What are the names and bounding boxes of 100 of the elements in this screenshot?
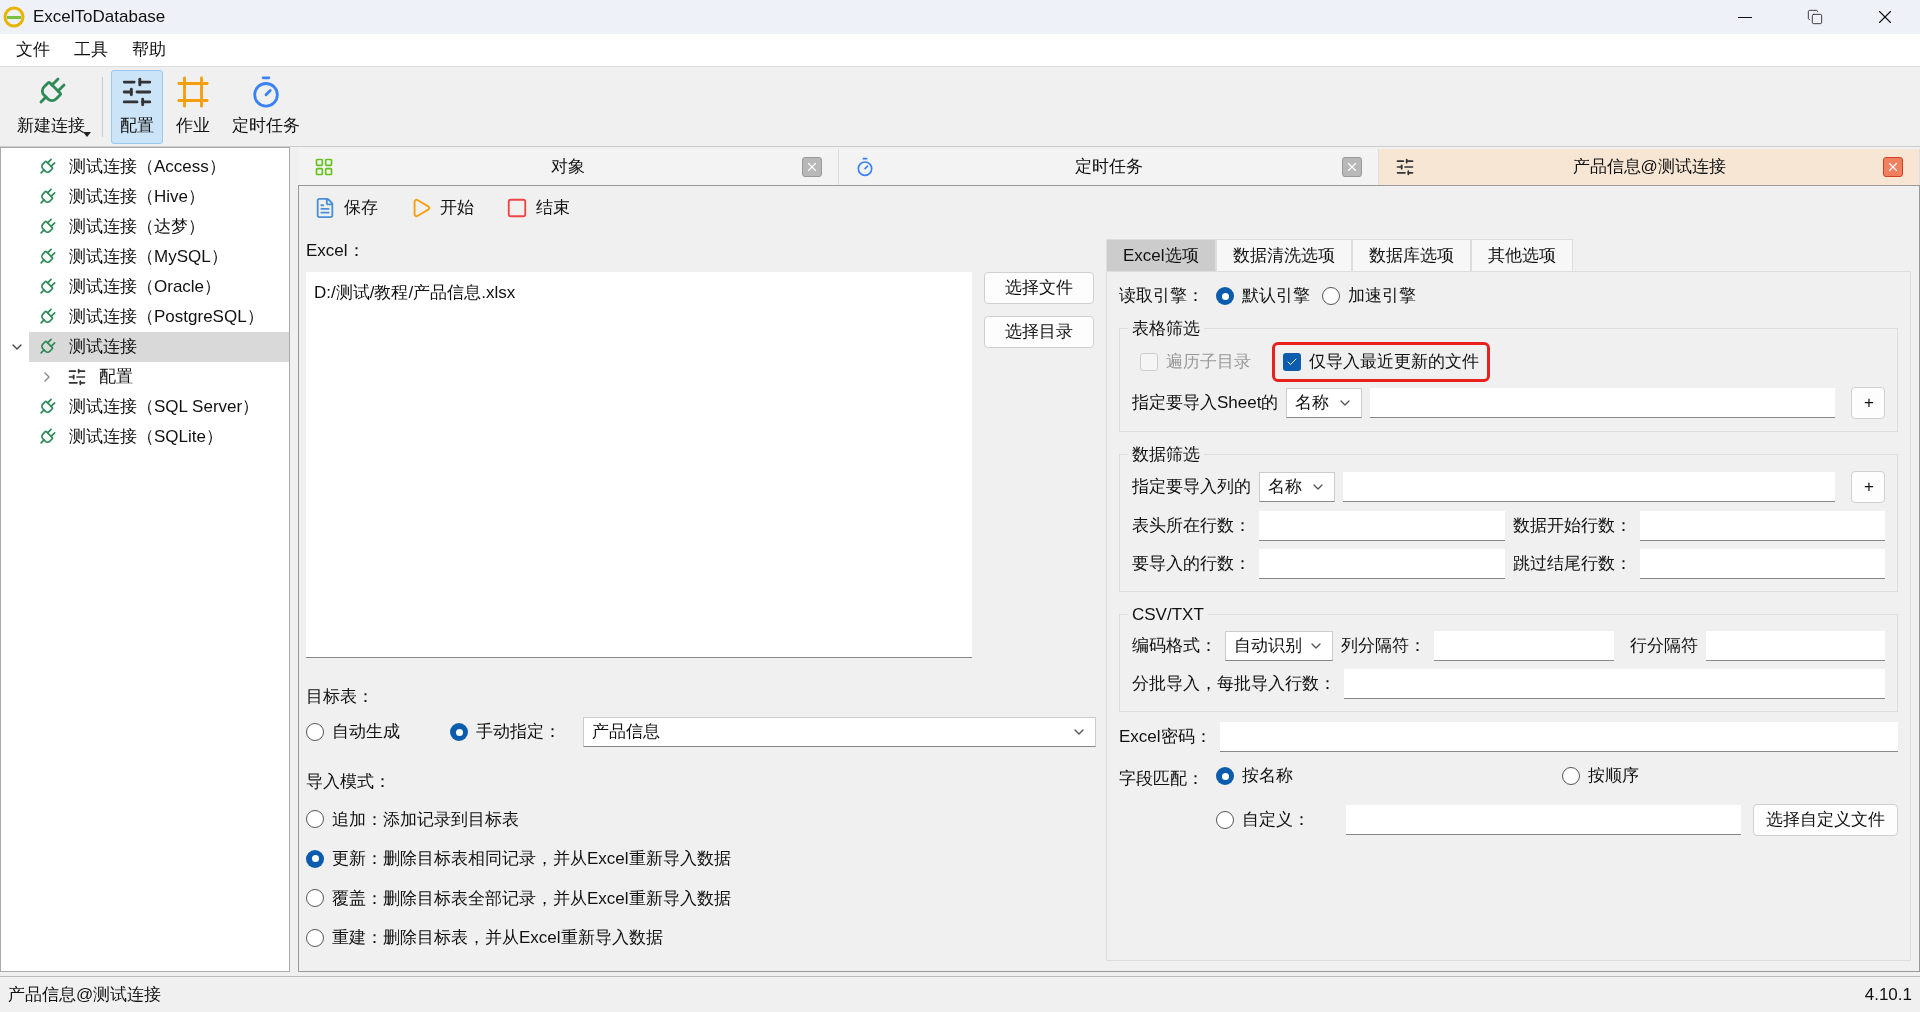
radio-button[interactable] [1216,811,1234,829]
radio-button[interactable] [306,889,324,908]
input-field[interactable] [1259,511,1505,541]
input-field[interactable] [1343,472,1835,502]
minimize-icon [1738,16,1752,18]
input-field[interactable] [1370,388,1835,418]
radio-button[interactable] [1562,767,1580,785]
tree-item[interactable]: 测试连接（Hive） [29,182,289,212]
radio-label: 自定义： [1242,809,1310,832]
file-list[interactable]: D:/测试/教程/产品信息.xlsx [306,271,972,658]
button[interactable]: 选择自定义文件 [1753,804,1898,836]
tree-item[interactable]: 测试连接（Oracle） [29,272,289,302]
radio-label: 加速引擎 [1348,285,1416,308]
radio-label: 自动生成 [332,721,400,744]
menu-item[interactable]: 工具 [66,37,116,63]
checkbox-label: 仅导入最近更新的文件 [1309,351,1479,374]
input-field[interactable] [1434,631,1614,661]
toolbar-button[interactable]: 新建连接 [8,69,94,144]
field-label: 要导入的行数： [1132,553,1251,576]
dropdown-arrow-icon [83,131,91,137]
tree-item[interactable]: 测试连接（PostgreSQL） [29,302,289,332]
input-field[interactable] [1259,549,1505,579]
column-label: 指定要导入列的 [1132,476,1251,499]
sheet-label: 指定要导入Sheet的 [1132,392,1279,415]
close-icon[interactable] [1883,157,1903,177]
radio-label: 追加：添加记录到目标表 [332,808,519,831]
button[interactable]: 选择目录 [984,315,1094,348]
sliders-icon [1395,157,1416,177]
radio-button[interactable] [450,723,468,741]
window-title: ExcelToDatabase [33,6,166,29]
radio-button[interactable] [306,849,324,868]
input-field[interactable] [1639,511,1885,541]
toolbar-button[interactable]: 配置 [111,69,163,144]
restore-icon [1807,9,1823,25]
input-field[interactable] [1344,669,1885,699]
toolbar-button[interactable]: 作业 [167,69,219,144]
dropdown[interactable]: 名称 [1286,388,1363,418]
menu-item[interactable]: 帮助 [124,37,174,63]
grid-icon [314,157,334,177]
radio-label: 按顺序 [1588,765,1639,788]
options-tab[interactable]: 数据库选项 [1351,239,1471,271]
tree-item[interactable]: 测试连接（MySQL） [29,242,289,272]
radio-button[interactable] [1322,287,1340,305]
field-label: 跳过结尾行数： [1512,553,1632,576]
app-logo-icon [3,6,25,28]
tree-item[interactable]: 测试连接（SQL Server） [29,392,289,422]
password-field[interactable] [1219,722,1898,752]
radio-label: 手动指定： [476,721,561,744]
document-tab[interactable]: 产品信息@测试连接 [1379,149,1920,185]
import-mode-label: 导入模式： [306,771,392,793]
target-label: 目标表： [306,685,375,708]
radio-label: 更新：删除目标表相同记录，并从Excel重新导入数据 [332,848,731,870]
button[interactable]: + [1851,387,1885,419]
input-field[interactable] [1639,549,1885,579]
checkbox-label: 遍历子目录 [1166,351,1251,374]
field-label: 列分隔符： [1341,635,1426,658]
engine-label: 读取引擎： [1119,285,1204,308]
frame-icon [176,74,210,109]
action-button[interactable]: 结束 [506,195,570,221]
menu-item[interactable]: 文件 [8,37,58,63]
input-field[interactable] [1705,631,1885,661]
radio-label: 重建：删除目标表，并从Excel重新导入数据 [332,927,663,949]
close-icon[interactable] [1342,157,1363,177]
field-label: 编码格式： [1132,635,1217,658]
dropdown[interactable]: 产品信息 [583,717,1096,747]
close-icon[interactable] [801,157,822,177]
options-tab[interactable]: 数据清洗选项 [1215,239,1352,271]
button[interactable]: + [1851,471,1885,503]
toolbar-button[interactable]: 定时任务 [223,69,309,144]
tree-item[interactable]: 测试连接（SQLite） [29,422,289,452]
tree-item[interactable]: 测试连接 [29,332,289,362]
radio-button[interactable] [306,723,324,741]
radio-label: 默认引擎 [1242,285,1310,308]
version-text: 4.10.1 [1864,983,1912,1006]
input-field[interactable] [1346,805,1741,835]
radio-button[interactable] [1216,767,1234,785]
radio-button[interactable] [306,928,324,947]
button[interactable]: 选择文件 [984,271,1094,304]
file-path[interactable]: D:/测试/教程/产品信息.xlsx [314,279,964,305]
check-icon [1286,356,1298,368]
action-button[interactable]: 开始 [410,195,474,221]
options-tab[interactable]: Excel选项 [1106,239,1216,271]
radio-label: 覆盖：删除目标表全部记录，并从Excel重新导入数据 [332,887,731,910]
tree-item[interactable]: 测试连接（达梦） [29,212,289,242]
action-button[interactable]: 保存 [314,195,378,221]
field-label: 表头所在行数： [1132,515,1251,538]
radio-label: 按名称 [1242,765,1293,788]
dropdown[interactable]: 名称 [1259,472,1335,502]
save-icon [314,197,336,219]
tree-item[interactable]: 测试连接（Access） [29,152,289,182]
checkbox[interactable] [1283,353,1301,371]
radio-button[interactable] [306,810,324,829]
field-label: Excel密码： [1119,726,1212,749]
stop-icon [506,197,528,219]
tree-item[interactable]: 配置 [59,362,289,392]
dropdown[interactable]: 自动识别 [1225,631,1333,661]
radio-button[interactable] [1216,287,1234,305]
field-label: 分批导入，每批导入行数： [1132,673,1336,696]
options-tab[interactable]: 其他选项 [1470,239,1573,271]
field-label: 行分隔符 [1629,635,1698,658]
